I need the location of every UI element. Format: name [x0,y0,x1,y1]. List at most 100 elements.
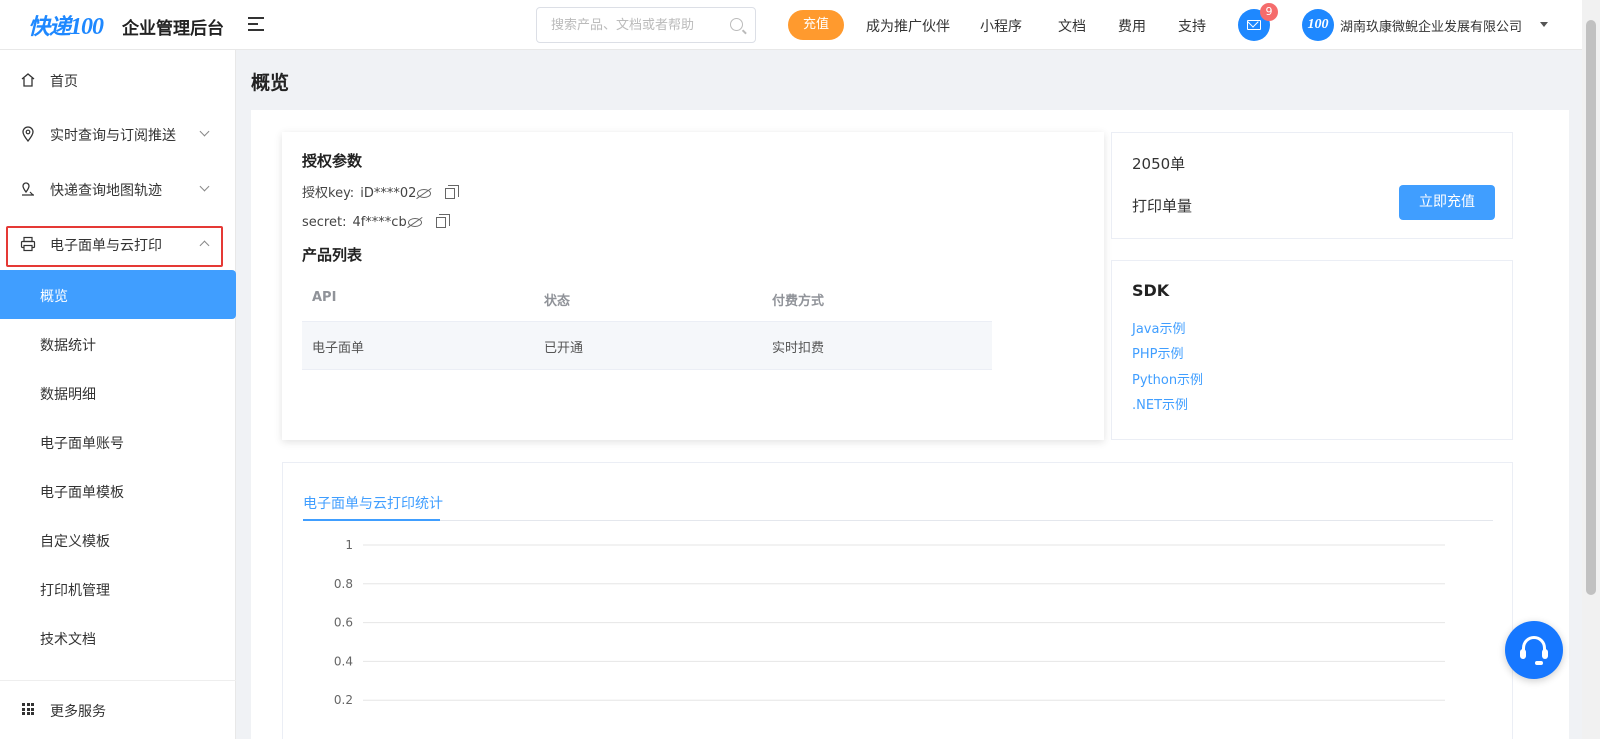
grid-icon [22,703,34,715]
cell-status: 已开通 [544,341,584,356]
sdk-link-java[interactable]: Java示例 [1132,318,1185,337]
sidebar-subitem-label: 电子面单模板 [40,485,124,501]
nav-partner-link[interactable]: 成为推广伙伴 [866,16,950,36]
menu-line [248,29,264,31]
sidebar-subitem-overview[interactable]: 概览 [0,270,236,319]
sidebar-subitem-label: 数据明细 [40,387,96,403]
sidebar-subitem-custom-template[interactable]: 自定义模板 [0,515,236,564]
location-pin-icon [22,126,34,142]
auth-params-title: 授权参数 [302,152,363,170]
sidebar-subitem-label: 自定义模板 [40,534,110,550]
sidebar-subitem-label: 技术文档 [40,632,96,648]
avatar[interactable]: 100 [1302,9,1334,41]
print-quota-card: 2050单 打印单量 立即充值 [1111,132,1513,239]
sdk-link-python[interactable]: Python示例 [1132,369,1203,388]
table-row: 电子面单 已开通 实时扣费 [302,322,992,370]
column-header-api: API [312,290,337,305]
recharge-button[interactable]: 充值 [788,10,844,40]
y-tick-label: 0.4 [334,654,353,668]
sdk-card: SDK Java示例 PHP示例 Python示例 .NET示例 [1111,260,1513,440]
recharge-now-button[interactable]: 立即充值 [1399,185,1495,220]
eye-off-icon[interactable] [417,189,432,198]
caret-down-icon[interactable] [1540,22,1548,27]
more-services-label: 更多服务 [50,704,106,720]
sidebar-subitem-label: 概览 [40,289,68,305]
logo-text: 快递 [28,15,71,40]
headset-icon [1520,636,1548,659]
sidebar: 首页 实时查询与订阅推送 快递查询地图轨迹 电子面单与云打印 概览 数据统计 数… [0,50,236,739]
auth-key-row: 授权key: iD****02 [302,182,460,201]
product-list-title: 产品列表 [302,246,363,264]
sidebar-subitem-eorder-template[interactable]: 电子面单模板 [0,466,236,515]
y-tick-label: 0.8 [334,577,353,591]
sidebar-subitem-statistics[interactable]: 数据统计 [0,319,236,368]
chevron-down-icon [199,181,210,192]
top-header: 快递100 企业管理后台 充值 成为推广伙伴 小程序 文档 费用 支持 9 10… [0,0,1582,50]
sidebar-item-label: 实时查询与订阅推送 [50,128,176,144]
sidebar-subitem-label: 打印机管理 [40,583,110,599]
headset-mic [1535,661,1543,665]
secret-value: 4f****cb [352,215,407,230]
annotation-highlight-box [6,226,223,267]
sidebar-subitem-tech-docs[interactable]: 技术文档 [0,613,236,662]
search-input[interactable] [537,8,717,42]
quota-label: 打印单量 [1132,197,1193,215]
home-icon [21,73,35,87]
scrollbar-thumb[interactable] [1586,20,1596,595]
logo-number: 100 [70,14,104,40]
more-services-button[interactable]: 更多服务 [0,680,236,739]
copy-icon[interactable] [445,185,460,199]
kuaidi100-logo[interactable]: 快递100 [28,9,104,41]
company-name[interactable]: 湖南玖康微鲵企业发展有限公司 [1340,16,1522,35]
sidebar-item-label: 首页 [50,74,78,90]
sidebar-subitem-eorder-account[interactable]: 电子面单账号 [0,417,236,466]
copy-icon[interactable] [435,214,450,228]
nav-pricing-link[interactable]: 费用 [1118,16,1146,36]
app-title: 企业管理后台 [122,19,224,39]
column-header-payment: 付费方式 [772,294,825,309]
nav-support-link[interactable]: 支持 [1178,16,1206,36]
nav-miniprogram-link[interactable]: 小程序 [980,16,1022,36]
cell-api: 电子面单 [312,341,365,356]
y-tick-label: 0.6 [334,616,353,630]
sidebar-subitem-printer-management[interactable]: 打印机管理 [0,564,236,613]
y-tick-label: 1 [345,538,353,552]
sidebar-item-realtime-query[interactable]: 实时查询与订阅推送 [0,112,236,156]
nav-docs-link[interactable]: 文档 [1058,16,1086,36]
main-panel: 授权参数 授权key: iD****02 secret: 4f****cb 产品列表… [251,110,1569,739]
secret-label: secret: [302,215,347,230]
page-title: 概览 [251,72,290,94]
sidebar-item-label: 快递查询地图轨迹 [50,183,162,199]
map-route-icon [22,182,34,196]
tab-active-indicator [303,519,440,521]
column-header-status: 状态 [544,294,571,309]
auth-key-label: 授权key: [302,186,355,201]
sdk-link-dotnet[interactable]: .NET示例 [1132,394,1188,413]
sidebar-item-map-track[interactable]: 快递查询地图轨迹 [0,167,236,211]
sidebar-subitem-label: 电子面单账号 [40,436,124,452]
sdk-title: SDK [1132,281,1170,300]
search-icon[interactable] [730,18,743,31]
auth-key-value: iD****02 [360,186,417,201]
search-box [536,7,756,43]
menu-line [248,23,258,25]
statistics-chart: 1 0.8 0.6 0.4 0.2 [334,538,1445,707]
product-table: API 状态 付费方式 电子面单 已开通 实时扣费 [302,277,992,370]
menu-line [248,17,264,19]
tab-statistics[interactable]: 电子面单与云打印统计 [303,493,443,513]
page-scrollbar[interactable] [1582,0,1600,739]
sidebar-item-home[interactable]: 首页 [0,58,236,102]
chevron-down-icon [199,126,210,137]
cell-payment: 实时扣费 [772,341,825,356]
secret-row: secret: 4f****cb [302,214,450,230]
auth-params-card: 授权参数 授权key: iD****02 secret: 4f****cb 产品列表… [282,132,1104,440]
notification-badge: 9 [1260,3,1278,21]
menu-collapse-icon[interactable] [246,14,266,34]
eye-off-icon[interactable] [407,218,422,227]
sidebar-subitem-label: 数据统计 [40,338,96,354]
mail-icon [1247,20,1261,30]
quota-count: 2050单 [1132,155,1186,173]
sidebar-subitem-details[interactable]: 数据明细 [0,368,236,417]
customer-service-button[interactable] [1505,621,1563,679]
sdk-link-php[interactable]: PHP示例 [1132,343,1183,362]
